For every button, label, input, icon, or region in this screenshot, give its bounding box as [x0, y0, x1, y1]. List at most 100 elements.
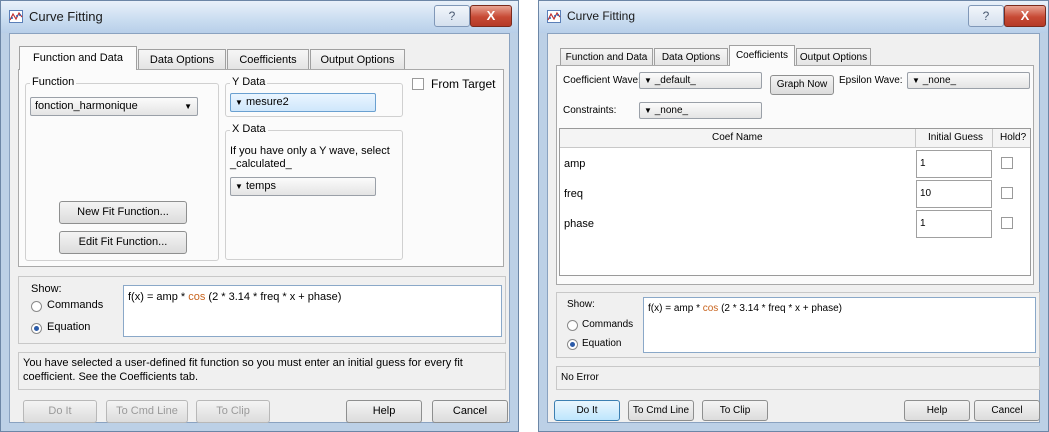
- ydata-dropdown[interactable]: ▼ mesure2: [230, 93, 376, 112]
- equation-suffix: (2 * 3.14 * freq * x + phase): [718, 303, 842, 314]
- function-value: fonction_harmonique: [35, 100, 138, 112]
- cancel-button[interactable]: Cancel: [974, 400, 1040, 421]
- help-label: Help: [926, 405, 948, 416]
- title-bar[interactable]: Curve Fitting ? X: [539, 1, 1048, 33]
- close-icon[interactable]: X: [470, 5, 512, 27]
- tab-label: Output Options: [799, 52, 868, 63]
- column-divider: [915, 129, 916, 147]
- cancel-label: Cancel: [452, 405, 488, 417]
- do-it-label: Do It: [48, 405, 72, 417]
- hold-checkbox[interactable]: [1001, 187, 1013, 199]
- tab-data-options[interactable]: Data Options: [138, 49, 226, 70]
- equation-label: Equation: [582, 338, 622, 349]
- new-fit-function-label: New Fit Function...: [77, 206, 169, 218]
- epsilon-wave-label: Epsilon Wave:: [839, 75, 903, 86]
- message-line2: coefficient. See the Coefficients tab.: [23, 371, 199, 383]
- help-button[interactable]: Help: [346, 400, 422, 423]
- tab-output-options[interactable]: Output Options: [796, 48, 871, 66]
- coef-wave-dropdown[interactable]: ▼ _default_: [639, 72, 762, 89]
- window-title: Curve Fitting: [29, 9, 103, 24]
- chevron-down-icon: ▼: [235, 98, 243, 107]
- initial-guess-input[interactable]: 10: [916, 180, 992, 208]
- curve-fitting-icon: [547, 10, 561, 23]
- message-section: You have selected a user-defined fit fun…: [18, 352, 506, 390]
- tab-data-options[interactable]: Data Options: [654, 48, 728, 66]
- equation-display: f(x) = amp * cos (2 * 3.14 * freq * x + …: [123, 285, 502, 337]
- dialog-client: Function and Data Data Options Coefficie…: [547, 33, 1040, 423]
- curve-fitting-window-right: Curve Fitting ? X Function and Data Data…: [538, 0, 1049, 432]
- equation-keyword: cos: [702, 303, 719, 314]
- coef-wave-label: Coefficient Wave:: [563, 75, 641, 86]
- table-row: phase 1: [560, 209, 1030, 239]
- to-cmd-line-label: To Cmd Line: [116, 405, 178, 417]
- column-divider: [992, 129, 993, 147]
- help-button[interactable]: Help: [904, 400, 970, 421]
- ydata-value: mesure2: [245, 96, 289, 108]
- to-cmd-line-button[interactable]: To Cmd Line: [106, 400, 188, 423]
- function-dropdown[interactable]: fonction_harmonique ▼: [30, 97, 198, 116]
- epsilon-wave-dropdown[interactable]: ▼ _none_: [907, 72, 1030, 89]
- ydata-label: Y Data: [230, 76, 268, 88]
- edit-fit-function-button[interactable]: Edit Fit Function...: [59, 231, 187, 254]
- tab-function-and-data[interactable]: Function and Data: [560, 48, 653, 66]
- to-clip-button[interactable]: To Clip: [196, 400, 270, 423]
- constraints-dropdown[interactable]: ▼ _none_: [639, 102, 762, 119]
- initial-guess-value: 10: [920, 188, 932, 199]
- tab-label: Coefficients: [735, 50, 789, 61]
- help-icon[interactable]: ?: [434, 5, 470, 27]
- xdata-hint-line1: If you have only a Y wave, select: [230, 145, 390, 157]
- header-coef-name: Coef Name: [712, 132, 763, 143]
- edit-fit-function-label: Edit Fit Function...: [78, 236, 168, 248]
- new-fit-function-button[interactable]: New Fit Function...: [59, 201, 187, 224]
- tab-output-options[interactable]: Output Options: [310, 49, 405, 70]
- do-it-button[interactable]: Do It: [554, 400, 620, 421]
- do-it-label: Do It: [576, 405, 598, 416]
- initial-guess-input[interactable]: 1: [916, 150, 992, 178]
- constraints-value: _none_: [654, 105, 689, 116]
- help-icon[interactable]: ?: [968, 5, 1004, 27]
- equation-radio[interactable]: [567, 339, 578, 350]
- hold-checkbox[interactable]: [1001, 157, 1013, 169]
- initial-guess-input[interactable]: 1: [916, 210, 992, 238]
- epsilon-wave-value: _none_: [922, 75, 957, 86]
- hold-checkbox[interactable]: [1001, 217, 1013, 229]
- title-bar[interactable]: Curve Fitting ? X: [1, 1, 518, 33]
- header-initial-guess: Initial Guess: [928, 132, 984, 143]
- tab-label: Function and Data: [33, 52, 123, 64]
- commands-radio[interactable]: [31, 301, 42, 312]
- graph-now-button[interactable]: Graph Now: [770, 75, 834, 95]
- cancel-button[interactable]: Cancel: [432, 400, 508, 423]
- equation-prefix: f(x) = amp *: [128, 291, 189, 303]
- chevron-down-icon: ▼: [235, 182, 243, 191]
- xdata-dropdown[interactable]: ▼ temps: [230, 177, 376, 196]
- tab-label: Data Options: [661, 52, 721, 63]
- chevron-down-icon: ▼: [644, 76, 652, 85]
- commands-label: Commands: [582, 319, 634, 330]
- message-line1: You have selected a user-defined fit fun…: [23, 357, 463, 369]
- from-target-checkbox[interactable]: [412, 78, 424, 90]
- to-clip-button[interactable]: To Clip: [702, 400, 768, 421]
- initial-guess-value: 1: [920, 218, 926, 229]
- equation-label: Equation: [47, 321, 91, 333]
- tab-function-and-data[interactable]: Function and Data: [19, 46, 137, 70]
- do-it-button[interactable]: Do It: [23, 400, 97, 423]
- tab-label: Coefficients: [239, 54, 297, 66]
- xdata-hint-line2: _calculated_: [230, 158, 292, 170]
- coef-name: amp: [564, 158, 586, 170]
- close-icon[interactable]: X: [1004, 5, 1046, 27]
- coef-wave-value: _default_: [654, 75, 696, 86]
- equation-radio[interactable]: [31, 323, 42, 334]
- tab-coefficients[interactable]: Coefficients: [227, 49, 309, 70]
- to-cmd-line-button[interactable]: To Cmd Line: [628, 400, 694, 421]
- from-target-label: From Target: [431, 77, 496, 91]
- tab-coefficients[interactable]: Coefficients: [729, 45, 795, 66]
- xdata-label: X Data: [230, 123, 268, 135]
- tab-label: Output Options: [320, 54, 395, 66]
- tab-label: Function and Data: [565, 52, 648, 63]
- dialog-client: Function and Data Data Options Coefficie…: [9, 33, 510, 423]
- coef-name: freq: [564, 188, 583, 200]
- tab-label: Data Options: [149, 54, 215, 66]
- to-cmd-line-label: To Cmd Line: [632, 405, 690, 416]
- table-row: amp 1: [560, 149, 1030, 179]
- commands-radio[interactable]: [567, 320, 578, 331]
